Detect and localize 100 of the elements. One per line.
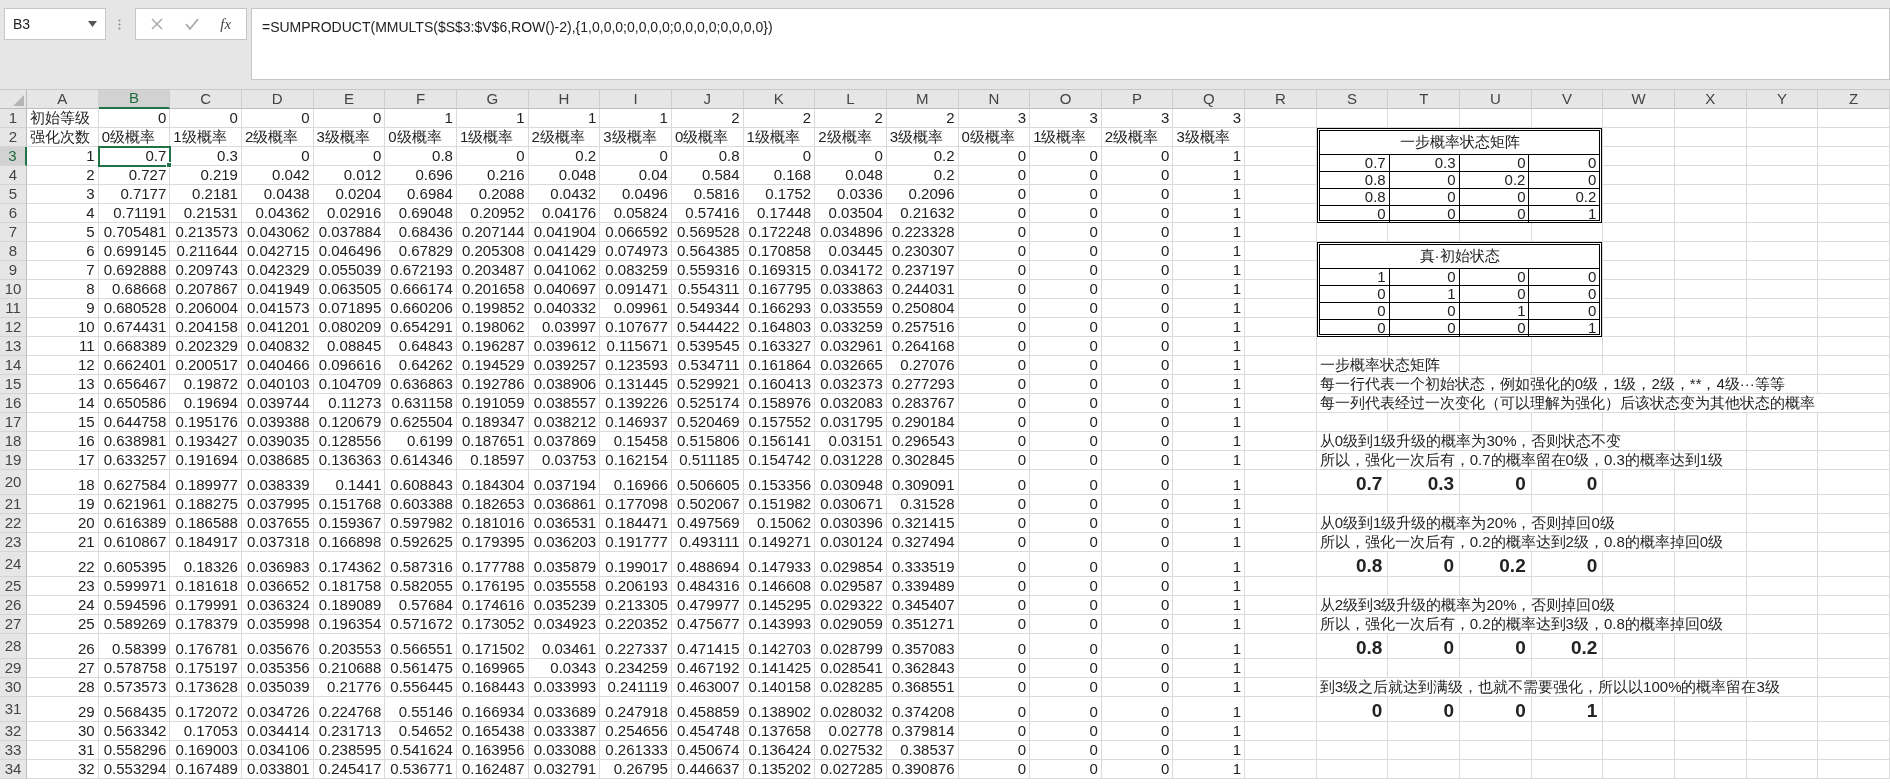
- row-header[interactable]: 10: [0, 280, 27, 299]
- table-cell: 0.54652: [385, 722, 457, 741]
- table-cell: 0.296543: [886, 432, 959, 451]
- row-header[interactable]: 27: [0, 615, 27, 634]
- column-header[interactable]: F: [385, 90, 457, 109]
- column-header[interactable]: R: [1245, 90, 1317, 109]
- column-header[interactable]: N: [958, 90, 1031, 109]
- table-cell: 2: [886, 109, 959, 128]
- table-cell: 13: [27, 375, 99, 394]
- table-cell: 24: [27, 596, 99, 615]
- table-cell: 0.0438: [241, 185, 314, 204]
- column-header[interactable]: A: [27, 90, 99, 109]
- row-header[interactable]: 7: [0, 223, 27, 242]
- table-cell: 20: [27, 514, 99, 533]
- select-all-icon[interactable]: [13, 95, 24, 106]
- table-cell: 0.68436: [385, 223, 457, 242]
- table-cell: 0.15062: [743, 514, 816, 533]
- table-cell: 0: [1101, 634, 1174, 659]
- insert-function-button[interactable]: fx: [220, 12, 232, 36]
- column-header[interactable]: J: [671, 90, 744, 109]
- column-header[interactable]: K: [743, 90, 816, 109]
- row-header[interactable]: 31: [0, 697, 27, 722]
- table-cell: 0: [313, 109, 386, 128]
- row-header[interactable]: 16: [0, 394, 27, 413]
- table-cell: 0.536771: [385, 760, 457, 779]
- table-cell: 0: [958, 375, 1031, 394]
- table-cell: 0: [958, 394, 1031, 413]
- row-header[interactable]: 28: [0, 634, 27, 659]
- column-header[interactable]: X: [1675, 90, 1747, 109]
- row-header[interactable]: 14: [0, 356, 27, 375]
- row-header[interactable]: 22: [0, 514, 27, 533]
- column-header[interactable]: I: [600, 90, 672, 109]
- table-cell: 0.200517: [170, 356, 242, 375]
- row-header[interactable]: 11: [0, 299, 27, 318]
- column-header[interactable]: S: [1316, 90, 1389, 109]
- row-header[interactable]: 30: [0, 678, 27, 697]
- row-header[interactable]: 26: [0, 596, 27, 615]
- formula-bar[interactable]: =SUMPRODUCT(MMULTS($S$3:$V$6,ROW()-2),{1,0,0,0;0,0,0,0;0,0,0,0;0,0,0,0}): [251, 8, 1890, 80]
- table-cell: 0.561475: [385, 659, 457, 678]
- row-header[interactable]: 33: [0, 741, 27, 760]
- column-header[interactable]: G: [456, 90, 529, 109]
- table-cell: 3: [958, 109, 1031, 128]
- row-header[interactable]: 4: [0, 166, 27, 185]
- table-cell: 0: [958, 204, 1031, 223]
- row-header[interactable]: 21: [0, 495, 27, 514]
- table-cell: 0.497569: [671, 514, 744, 533]
- column-header[interactable]: P: [1101, 90, 1174, 109]
- table-cell: 0.202329: [170, 337, 242, 356]
- table-cell: 0.463007: [671, 678, 744, 697]
- row-header[interactable]: 32: [0, 722, 27, 741]
- column-header[interactable]: Z: [1818, 90, 1890, 109]
- name-box[interactable]: B3: [4, 8, 106, 40]
- row-header[interactable]: 18: [0, 432, 27, 451]
- row-header[interactable]: 13: [0, 337, 27, 356]
- column-header[interactable]: T: [1388, 90, 1461, 109]
- table-cell: 0.196354: [313, 615, 386, 634]
- table-cell: 0.193427: [170, 432, 242, 451]
- column-header[interactable]: E: [313, 90, 386, 109]
- row-header[interactable]: 34: [0, 760, 27, 779]
- row-header[interactable]: 19: [0, 451, 27, 470]
- column-header[interactable]: B: [98, 90, 171, 109]
- row-header[interactable]: 2: [0, 128, 27, 147]
- table-cell: 0: [958, 432, 1031, 451]
- column-header[interactable]: C: [170, 90, 242, 109]
- row-header[interactable]: 5: [0, 185, 27, 204]
- row-header[interactable]: 15: [0, 375, 27, 394]
- row-header[interactable]: 3: [0, 147, 27, 166]
- table-cell: 0.614346: [385, 451, 457, 470]
- column-header[interactable]: H: [528, 90, 601, 109]
- checkmark-icon[interactable]: [184, 18, 199, 30]
- row-header[interactable]: 17: [0, 413, 27, 432]
- row-header[interactable]: 23: [0, 533, 27, 552]
- table-cell: 0: [98, 109, 171, 128]
- column-header[interactable]: D: [241, 90, 314, 109]
- row-header[interactable]: 9: [0, 261, 27, 280]
- table-cell-text: 0: [1587, 171, 1598, 188]
- table-cell: 0.136363: [313, 451, 386, 470]
- column-header[interactable]: Q: [1173, 90, 1246, 109]
- row-header[interactable]: 6: [0, 204, 27, 223]
- row-header[interactable]: 1: [0, 109, 27, 128]
- row-header[interactable]: 8: [0, 242, 27, 261]
- row-header[interactable]: 12: [0, 318, 27, 337]
- column-header[interactable]: M: [886, 90, 959, 109]
- column-header[interactable]: V: [1531, 90, 1604, 109]
- row-header[interactable]: 24: [0, 552, 27, 577]
- column-header[interactable]: O: [1030, 90, 1102, 109]
- row-header[interactable]: 20: [0, 470, 27, 495]
- table-cell: 0.257516: [886, 318, 959, 337]
- cancel-icon[interactable]: [150, 18, 163, 30]
- row-header[interactable]: 25: [0, 577, 27, 596]
- table-cell: 2级概率: [528, 128, 601, 147]
- row-header[interactable]: 29: [0, 659, 27, 678]
- column-header[interactable]: U: [1460, 90, 1532, 109]
- column-header[interactable]: W: [1603, 90, 1676, 109]
- table-cell: 0.194529: [456, 356, 529, 375]
- table-cell: 1: [1173, 318, 1246, 337]
- column-header[interactable]: Y: [1746, 90, 1819, 109]
- fill-handle[interactable]: [166, 162, 173, 168]
- table-cell: 0.8: [671, 147, 744, 166]
- column-header[interactable]: L: [815, 90, 887, 109]
